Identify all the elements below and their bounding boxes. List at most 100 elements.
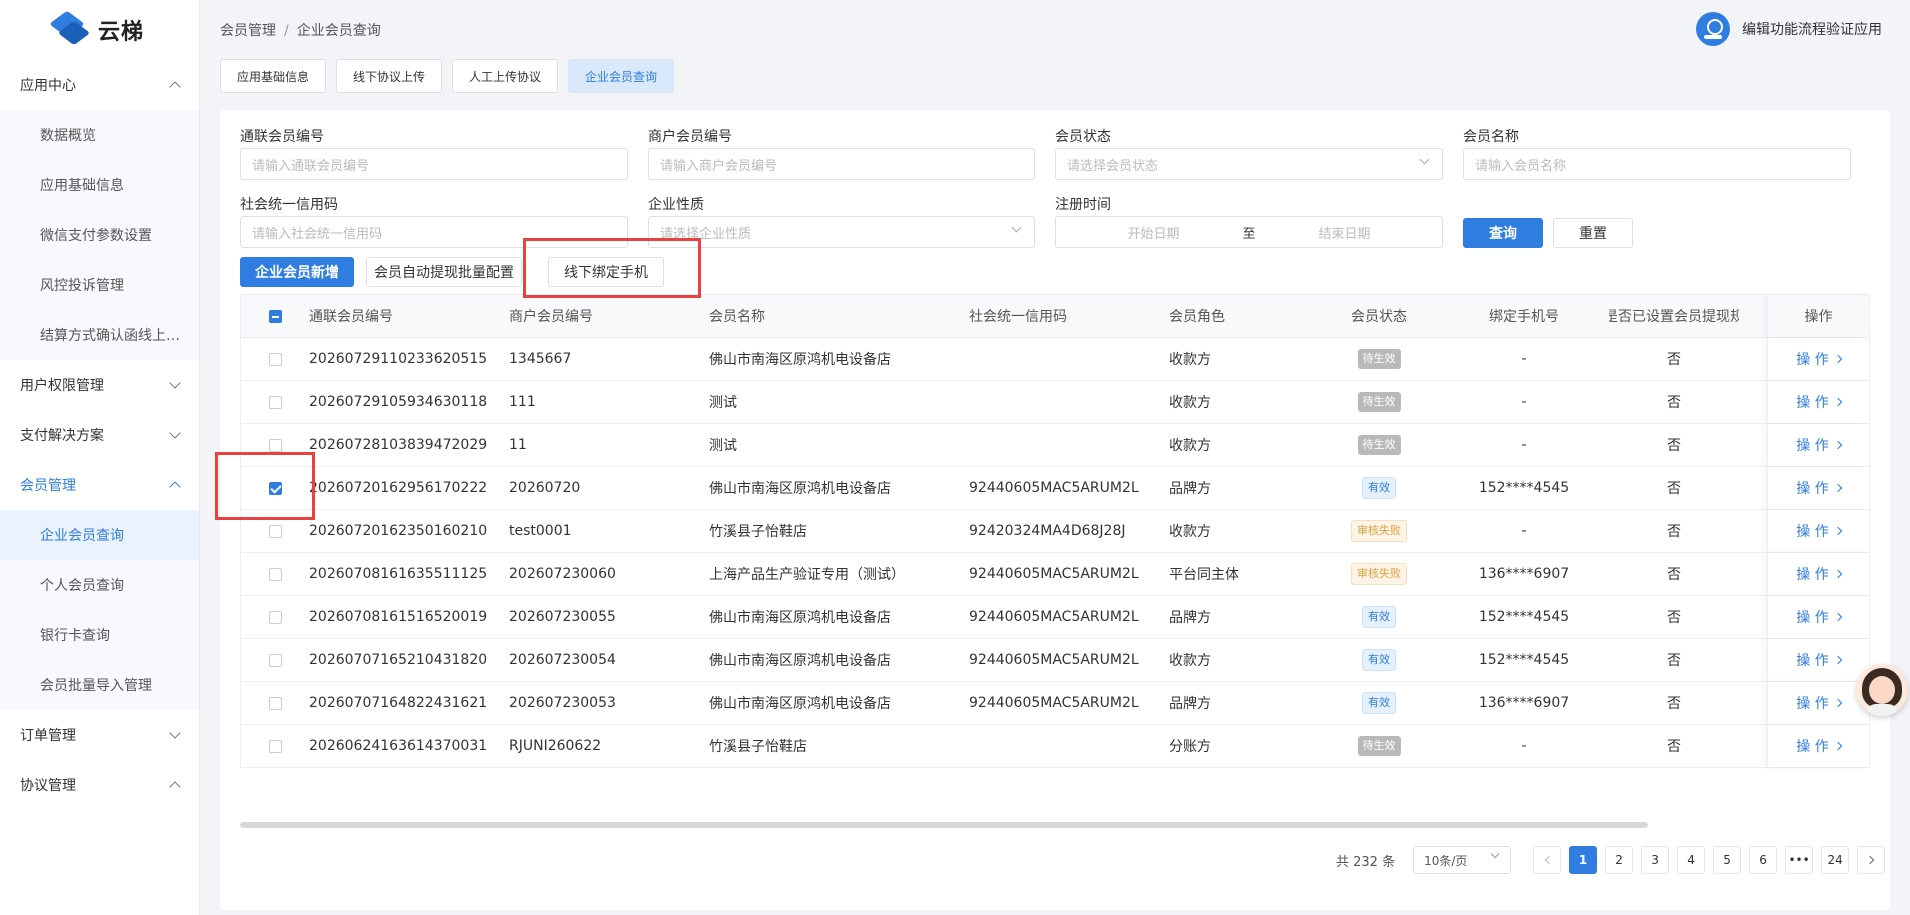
add-enterprise-member-button[interactable]: 企业会员新增 (240, 257, 354, 287)
operation-link[interactable]: 操 作 (1796, 349, 1842, 369)
sidebar-item-3-1[interactable]: 个人会员查询 (0, 560, 199, 610)
sidebar-item-0-2[interactable]: 微信支付参数设置 (0, 210, 199, 260)
tab-offline-agreement-upload[interactable]: 线下协议上传 (336, 59, 443, 93)
sidebar-group-4[interactable]: 订单管理 (0, 710, 199, 760)
sidebar-item-0-0[interactable]: 数据概览 (0, 110, 199, 160)
page-button[interactable]: 1 (1569, 846, 1598, 874)
sidebar-group-3[interactable]: 会员管理 (0, 460, 199, 510)
page-button[interactable]: 24 (1821, 846, 1850, 874)
operation-label: 操 作 (1796, 739, 1829, 755)
header-member-role: 会员角色 (1169, 309, 1225, 325)
table-row[interactable]: 20260720162350160210 test0001 竹溪县子怡鞋店 92420… (241, 510, 1869, 553)
batch-withdraw-config-button[interactable]: 会员自动提现批量配置 (366, 257, 522, 287)
page-button[interactable]: 4 (1677, 846, 1706, 874)
sidebar-item-3-0[interactable]: 企业会员查询 (0, 510, 199, 560)
status-badge: 审核失败 (1351, 520, 1407, 542)
page-button[interactable]: 5 (1713, 846, 1742, 874)
tab-app-basic-info[interactable]: 应用基础信息 (220, 59, 327, 93)
header-operation: 操作 (1767, 295, 1869, 337)
table-row[interactable]: 20260720162956170222 20260720 佛山市南海区原鸿机电设备… (241, 467, 1869, 510)
breadcrumb-item[interactable]: 会员管理 (220, 23, 276, 39)
table-row[interactable]: 20260707164822431621 202607230053 佛山市南海区原鸿… (241, 682, 1869, 725)
table-horizontal-scrollbar[interactable] (240, 822, 1648, 828)
sidebar-group-2[interactable]: 支付解决方案 (0, 410, 199, 460)
query-button[interactable]: 查询 (1463, 218, 1543, 248)
page-numbers: 1 2 3 4 5 6 ••• 24 (1569, 846, 1850, 874)
row-checkbox[interactable] (268, 696, 282, 710)
page-button[interactable]: 2 (1605, 846, 1634, 874)
operation-link[interactable]: 操 作 (1796, 564, 1842, 584)
operation-label: 操 作 (1796, 481, 1829, 497)
operation-link[interactable]: 操 作 (1796, 607, 1842, 627)
cell-credit-code: 92440605MAC5ARUM2L (969, 480, 1139, 496)
operation-link[interactable]: 操 作 (1796, 521, 1842, 541)
row-checkbox[interactable] (268, 352, 282, 366)
row-checkbox[interactable] (268, 739, 282, 753)
operation-link[interactable]: 操 作 (1796, 650, 1842, 670)
page-size-select[interactable]: 10条/页 (1413, 846, 1512, 874)
sidebar-item-0-1[interactable]: 应用基础信息 (0, 160, 199, 210)
sidebar-group-5[interactable]: 协议管理 (0, 760, 199, 810)
page-button[interactable]: 6 (1749, 846, 1778, 874)
cell-bound-phone: - (1521, 738, 1527, 754)
user-menu[interactable]: 编辑功能流程验证应用 (1696, 12, 1882, 46)
table-row[interactable]: 20260707165210431820 202607230054 佛山市南海区原鸿… (241, 639, 1869, 682)
header-withdraw-rule: 是否已设置会员提现规 (1609, 309, 1739, 325)
cell-merchant-member-no: 20260720 (509, 480, 581, 496)
operation-link[interactable]: 操 作 (1796, 435, 1842, 455)
cell-operation: 操 作 (1767, 510, 1869, 552)
operation-link[interactable]: 操 作 (1796, 478, 1842, 498)
cell-member-role: 收款方 (1169, 524, 1211, 540)
sidebar-item-0-4[interactable]: 结算方式确认函线上… (0, 310, 199, 360)
sidebar-item-3-3[interactable]: 会员批量导入管理 (0, 660, 199, 710)
row-checkbox[interactable] (268, 567, 282, 581)
sidebar-nav: 应用中心 数据概览 应用基础信息 微信支付参数设置 风控投诉管理 结算方式确认函线上… 用户… (0, 60, 199, 810)
operation-link[interactable]: 操 作 (1796, 736, 1842, 756)
cell-operation: 操 作 (1767, 596, 1869, 638)
operation-link[interactable]: 操 作 (1796, 693, 1842, 713)
sidebar-item-3-2[interactable]: 银行卡查询 (0, 610, 199, 660)
enterprise-type-select[interactable]: 请选择企业性质 (648, 216, 1035, 248)
operation-link[interactable]: 操 作 (1796, 392, 1842, 412)
status-badge: 待生效 (1357, 435, 1401, 455)
end-date-input[interactable]: 结束日期 (1318, 223, 1370, 242)
table-row[interactable]: 20260624163614370031 RJUNI260622 竹溪县子怡鞋店 分账… (241, 725, 1869, 768)
chevron-right-icon (1833, 440, 1842, 450)
merchant-member-no-input[interactable]: 请输入商户会员编号 (648, 148, 1035, 180)
table-row[interactable]: 20260729105934630118 111 测试 收款方 待生效 - 否 操 作 (241, 381, 1869, 424)
table-row[interactable]: 20260728103839472029 11 测试 收款方 待生效 - 否 操 作 (241, 424, 1869, 467)
reset-button[interactable]: 重置 (1553, 218, 1633, 248)
start-date-input[interactable]: 开始日期 (1127, 223, 1179, 242)
row-checkbox[interactable] (268, 438, 282, 452)
sidebar-item-0-3[interactable]: 风控投诉管理 (0, 260, 199, 310)
union-member-no-input[interactable]: 请输入通联会员编号 (240, 148, 628, 180)
tab-manual-agreement-upload[interactable]: 人工上传协议 (452, 59, 559, 93)
chevron-down-icon (1011, 222, 1022, 233)
table-row[interactable]: 20260729110233620515 1345667 佛山市南海区原鸿机电设备店… (241, 338, 1869, 381)
tab-enterprise-member-query[interactable]: 企业会员查询 (568, 59, 675, 93)
assistant-avatar[interactable] (1856, 664, 1908, 716)
row-checkbox[interactable] (268, 524, 282, 538)
sidebar-group-0[interactable]: 应用中心 (0, 60, 199, 110)
select-all-checkbox[interactable] (268, 309, 282, 323)
row-checkbox[interactable] (268, 610, 282, 624)
operation-label: 操 作 (1796, 395, 1829, 411)
cell-merchant-member-no: 202607230060 (509, 566, 616, 582)
page-button[interactable]: 3 (1641, 846, 1670, 874)
cell-union-member-no: 20260624163614370031 (309, 738, 488, 754)
row-checkbox[interactable] (268, 395, 282, 409)
filter-label-merchant-member-no: 商户会员编号 (648, 129, 732, 145)
page-ellipsis-button[interactable]: ••• (1785, 846, 1814, 874)
prev-page-button[interactable] (1533, 846, 1562, 874)
table-row[interactable]: 20260708161516520019 202607230055 佛山市南海区原鸿… (241, 596, 1869, 639)
cell-operation: 操 作 (1767, 725, 1869, 767)
member-name-input[interactable]: 请输入会员名称 (1463, 148, 1851, 180)
cell-operation: 操 作 (1767, 639, 1869, 681)
table-row[interactable]: 20260708161635511125 202607230060 上海产品生产验证… (241, 553, 1869, 596)
register-time-range[interactable]: 开始日期 至 结束日期 (1055, 216, 1443, 248)
table-body: 20260729110233620515 1345667 佛山市南海区原鸿机电设备店… (241, 338, 1869, 768)
next-page-button[interactable] (1857, 846, 1886, 874)
row-checkbox[interactable] (268, 653, 282, 667)
sidebar-group-1[interactable]: 用户权限管理 (0, 360, 199, 410)
member-status-select[interactable]: 请选择会员状态 (1055, 148, 1443, 180)
